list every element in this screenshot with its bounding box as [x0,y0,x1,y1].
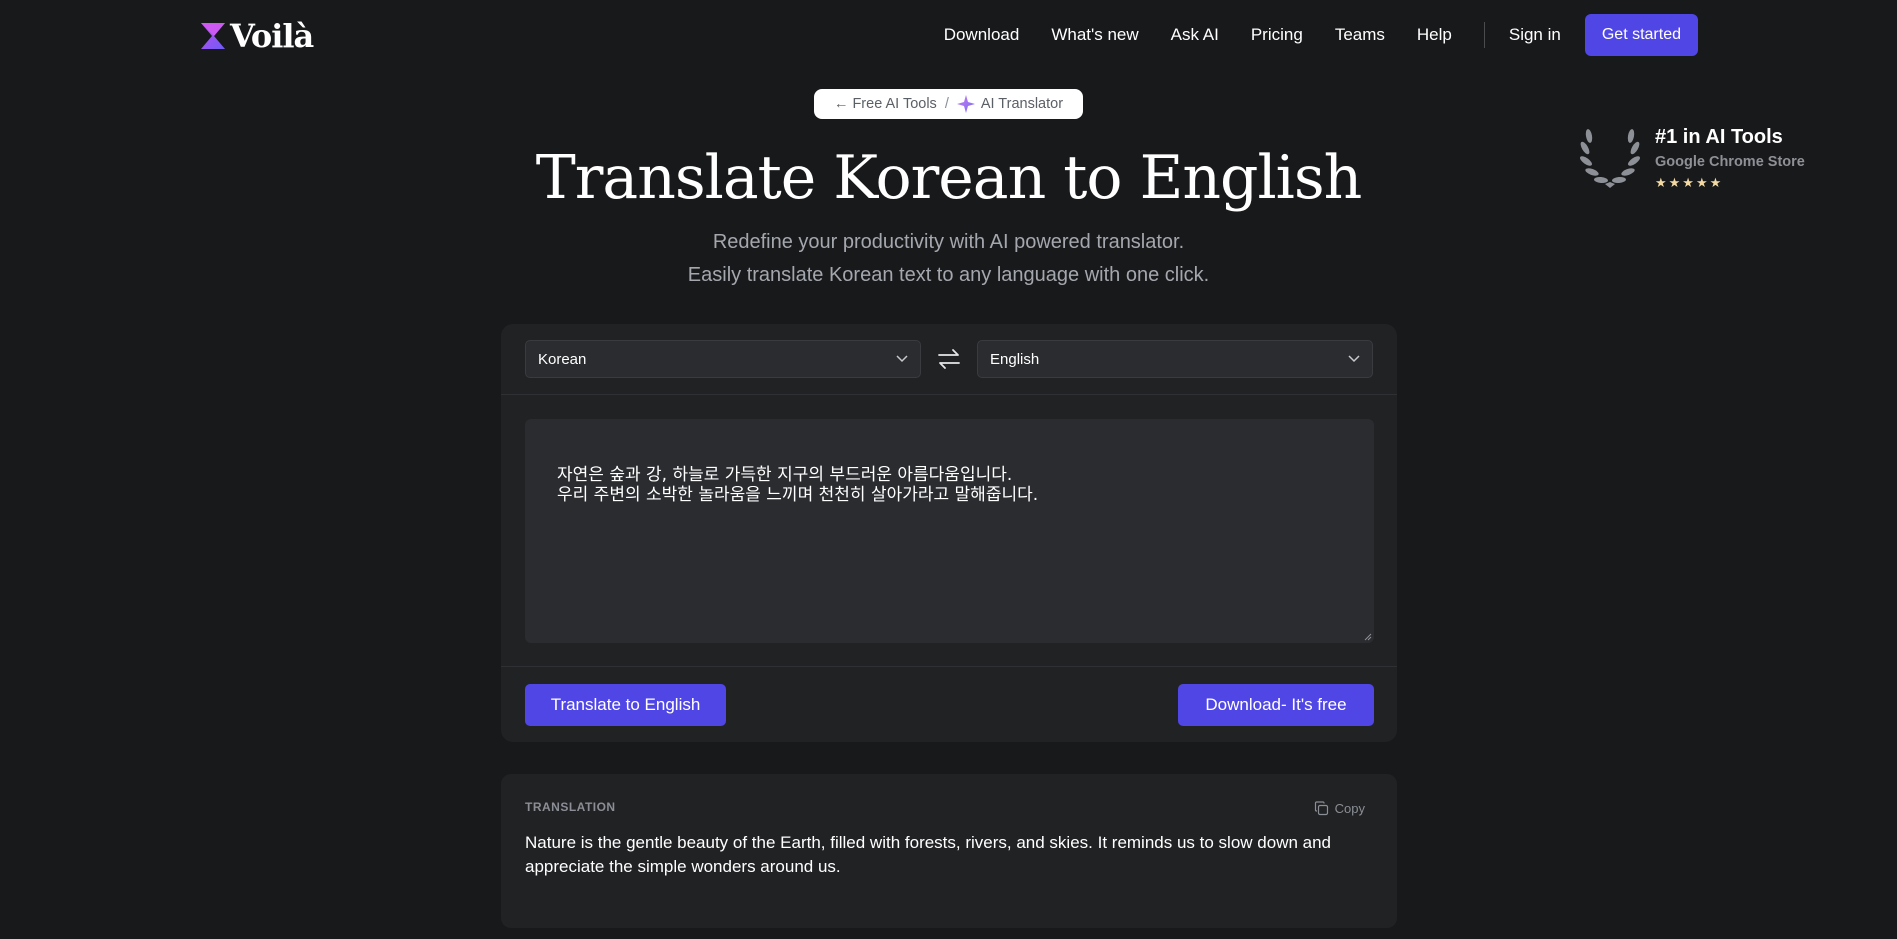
chevron-down-icon [896,355,908,363]
chevron-down-icon [1348,355,1360,363]
main-nav: Download What's new Ask AI Pricing Teams… [944,14,1698,56]
translation-label: TRANSLATION [525,800,616,814]
copy-icon [1314,801,1328,816]
site-header: Voilà Download What's new Ask AI Pricing… [0,0,1897,70]
hero-subtitle-line1: Redefine your productivity with AI power… [712,231,1185,253]
download-button[interactable]: Download- It's free [1178,684,1374,726]
swap-arrows-icon[interactable] [936,348,962,370]
get-started-button[interactable]: Get started [1584,14,1698,56]
nav-whats-new[interactable]: What's new [1051,25,1138,45]
hourglass-logo-icon [201,23,225,49]
translate-button[interactable]: Translate to English [525,684,726,726]
nav-ask-ai[interactable]: Ask AI [1171,25,1219,45]
page-title: Translate Korean to English [535,143,1363,213]
translator-card: Korean English 자연은 숲과 강, 하늘로 가득한 지구의 부드러… [501,324,1397,742]
breadcrumb: ← Free AI Tools / AI Translator [814,89,1083,119]
source-language-value: Korean [538,350,587,368]
resize-handle-icon[interactable] [1364,633,1372,641]
arrow-left-icon: ← [833,96,849,112]
card-divider [501,666,1397,667]
source-text-input[interactable]: 자연은 숲과 강, 하늘로 가득한 지구의 부드러운 아름다움입니다. 우리 주… [525,419,1374,643]
source-text-value: 자연은 숲과 강, 하늘로 가득한 지구의 부드러운 아름다움입니다. 우리 주… [557,465,1039,505]
brand-name: Voilà [230,17,314,55]
sign-in-link[interactable]: Sign in [1509,25,1561,45]
copy-label: Copy [1334,801,1365,816]
target-language-value: English [990,350,1040,368]
breadcrumb-current: AI Translator [956,95,1064,113]
card-divider [501,394,1397,395]
hero-subtitle-line2: Easily translate Korean text to any lang… [687,264,1210,286]
brand-logo[interactable]: Voilà [200,17,314,55]
copy-button[interactable]: Copy [1314,801,1365,816]
breadcrumb-parent-label: Free AI Tools [852,96,937,112]
nav-help[interactable]: Help [1417,25,1452,45]
nav-teams[interactable]: Teams [1335,25,1385,45]
target-language-select[interactable]: English [977,340,1373,378]
breadcrumb-parent-link[interactable]: ← Free AI Tools [834,96,937,112]
nav-download[interactable]: Download [944,25,1020,45]
source-language-select[interactable]: Korean [525,340,921,378]
nav-divider [1483,22,1485,48]
translation-result-card: TRANSLATION Copy Nature is the gentle be… [501,774,1397,928]
nav-pricing[interactable]: Pricing [1251,25,1303,45]
breadcrumb-current-label: AI Translator [980,96,1064,112]
sparkle-icon [956,95,975,113]
breadcrumb-separator: / [944,96,949,112]
translation-output: Nature is the gentle beauty of the Earth… [525,833,1332,876]
